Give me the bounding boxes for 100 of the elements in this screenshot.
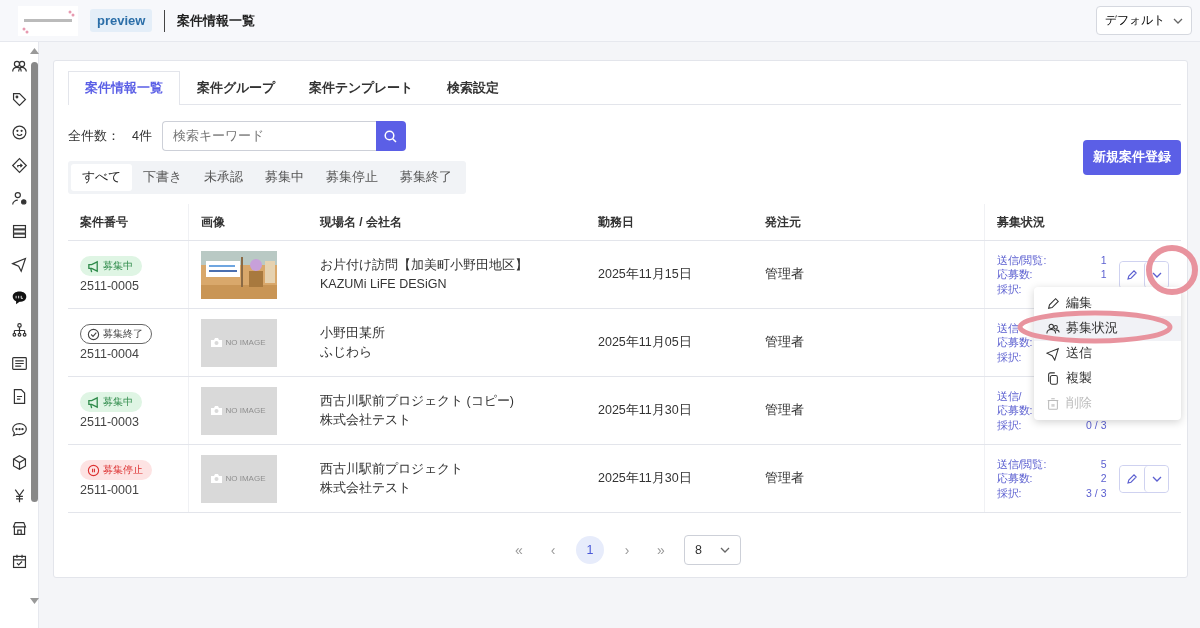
- company-name: ふじわら: [320, 343, 373, 361]
- work-date: 2025年11月05日: [598, 335, 692, 349]
- megaphone-icon: [87, 395, 100, 409]
- users-icon[interactable]: [11, 58, 28, 75]
- stat-value: 0 / 3: [1086, 418, 1107, 431]
- site-name: お片付け訪問【加美町小野田地区】: [320, 256, 529, 274]
- tree-icon[interactable]: [11, 322, 28, 339]
- work-date: 2025年11月30日: [598, 471, 692, 485]
- filter-option[interactable]: 募集中: [254, 164, 315, 191]
- camera-icon: [211, 406, 223, 415]
- company-name: KAZUMi LiFE DESiGN: [320, 275, 448, 293]
- project-number: 2511-0003: [80, 415, 140, 429]
- stat-label: 採択:: [996, 349, 1023, 365]
- environment-badge: preview: [90, 9, 153, 32]
- pencil-icon: [1046, 296, 1060, 311]
- project-number: 2511-0001: [80, 483, 140, 497]
- no-image-text: NO IMAGE: [225, 338, 266, 347]
- view-select[interactable]: デフォルト: [1096, 6, 1192, 35]
- filter-option[interactable]: すべて: [71, 164, 132, 191]
- send-icon: [1046, 346, 1060, 361]
- tab[interactable]: 案件テンプレート: [292, 71, 430, 104]
- column-header: 現場名 / 会社名: [320, 214, 402, 229]
- menu-item[interactable]: 編集: [1034, 291, 1181, 316]
- no-image-text: NO IMAGE: [225, 406, 266, 415]
- scrollbar-thumb[interactable]: [31, 62, 38, 502]
- tab[interactable]: 検索設定: [430, 71, 516, 104]
- status-badge: 募集停止: [80, 460, 152, 480]
- stat-label: 応募数:: [996, 403, 1033, 418]
- pencil-icon: [1126, 268, 1138, 281]
- chevron-down-icon: [1173, 17, 1183, 24]
- filter-option[interactable]: 下書き: [132, 164, 193, 191]
- search-field[interactable]: 検索キーワード: [161, 121, 376, 151]
- status-badge: 募集中: [80, 256, 142, 276]
- chevron-down-icon: [719, 547, 730, 553]
- tag-icon[interactable]: [11, 91, 28, 108]
- send-icon[interactable]: [11, 256, 28, 273]
- stat-value: 5: [1100, 457, 1107, 470]
- list-icon[interactable]: [11, 223, 28, 240]
- chat-dots-icon[interactable]: [11, 421, 28, 438]
- tab[interactable]: 案件情報一覧: [68, 71, 180, 105]
- calendar-icon[interactable]: [11, 553, 28, 570]
- site-name: 小野田某所: [320, 324, 386, 342]
- company-name: 株式会社テスト: [320, 411, 412, 429]
- stat-value: 3 / 3: [1086, 486, 1107, 499]
- tab[interactable]: 案件グループ: [180, 71, 292, 104]
- camera-icon: [211, 338, 223, 347]
- menu-item[interactable]: 複製: [1034, 366, 1181, 391]
- client-name: 管理者: [765, 403, 804, 417]
- stat-label: 送信/: [996, 388, 1023, 404]
- filter-option[interactable]: 募集停止: [315, 164, 389, 191]
- stat-label: 送信: [996, 320, 1020, 336]
- annotation-circle: [1146, 245, 1198, 295]
- stat-label: 送信/閲覧:: [996, 252, 1047, 268]
- smile-icon[interactable]: [11, 124, 28, 141]
- column-header: 画像: [200, 214, 225, 229]
- work-date: 2025年11月15日: [598, 267, 692, 281]
- scroll-down-icon[interactable]: [30, 598, 39, 604]
- column-header: 発注元: [765, 214, 801, 229]
- chevron-down-icon: [1151, 475, 1162, 482]
- stat-label: 採択:: [996, 417, 1023, 433]
- stat-label: 採択:: [996, 281, 1023, 297]
- status-badge: 募集中: [80, 392, 142, 412]
- project-number: 2511-0004: [80, 347, 140, 361]
- filter-option[interactable]: 募集終了: [389, 164, 463, 191]
- stat-label: 応募数:: [996, 267, 1034, 282]
- pause-icon: [87, 463, 100, 477]
- client-name: 管理者: [765, 267, 804, 281]
- count-label: 全件数：: [68, 127, 120, 145]
- filter-option[interactable]: 未承認: [193, 164, 254, 191]
- menu-item[interactable]: 送信: [1034, 341, 1181, 366]
- stat-label: 応募数:: [996, 335, 1033, 350]
- file-icon[interactable]: [11, 388, 28, 405]
- site-name: 西古川駅前プロジェクト: [320, 460, 464, 478]
- trash-icon: [1046, 396, 1060, 411]
- new-project-button[interactable]: 新規案件登録: [1083, 140, 1181, 175]
- status-badge: 募集終了: [80, 324, 152, 344]
- stat-value: 2: [1100, 472, 1107, 485]
- stat-label: 採択:: [996, 485, 1023, 501]
- page-button[interactable]: 1: [576, 536, 604, 564]
- copy-icon: [1046, 371, 1060, 386]
- box-icon[interactable]: [11, 454, 28, 471]
- doc-lines-icon[interactable]: [11, 355, 28, 372]
- column-header: 案件番号: [80, 214, 128, 229]
- client-name: 管理者: [765, 335, 804, 349]
- page-size-select[interactable]: 8: [684, 535, 741, 565]
- search-button[interactable]: [375, 121, 406, 151]
- scroll-up-icon[interactable]: [30, 48, 39, 54]
- column-header: 募集状況: [996, 214, 1045, 229]
- client-name: 管理者: [765, 471, 804, 485]
- sign-icon[interactable]: [11, 157, 28, 174]
- check-circle-icon: [87, 327, 100, 341]
- chat-bubble-icon[interactable]: [11, 289, 28, 306]
- camera-icon: [211, 474, 223, 483]
- store-icon[interactable]: [11, 520, 28, 537]
- megaphone-icon: [87, 259, 100, 273]
- user-gear-icon[interactable]: [11, 190, 28, 207]
- count-value: 4件: [132, 127, 152, 145]
- no-image-text: NO IMAGE: [225, 474, 266, 483]
- pencil-icon: [1126, 472, 1138, 485]
- work-date: 2025年11月30日: [598, 403, 692, 417]
